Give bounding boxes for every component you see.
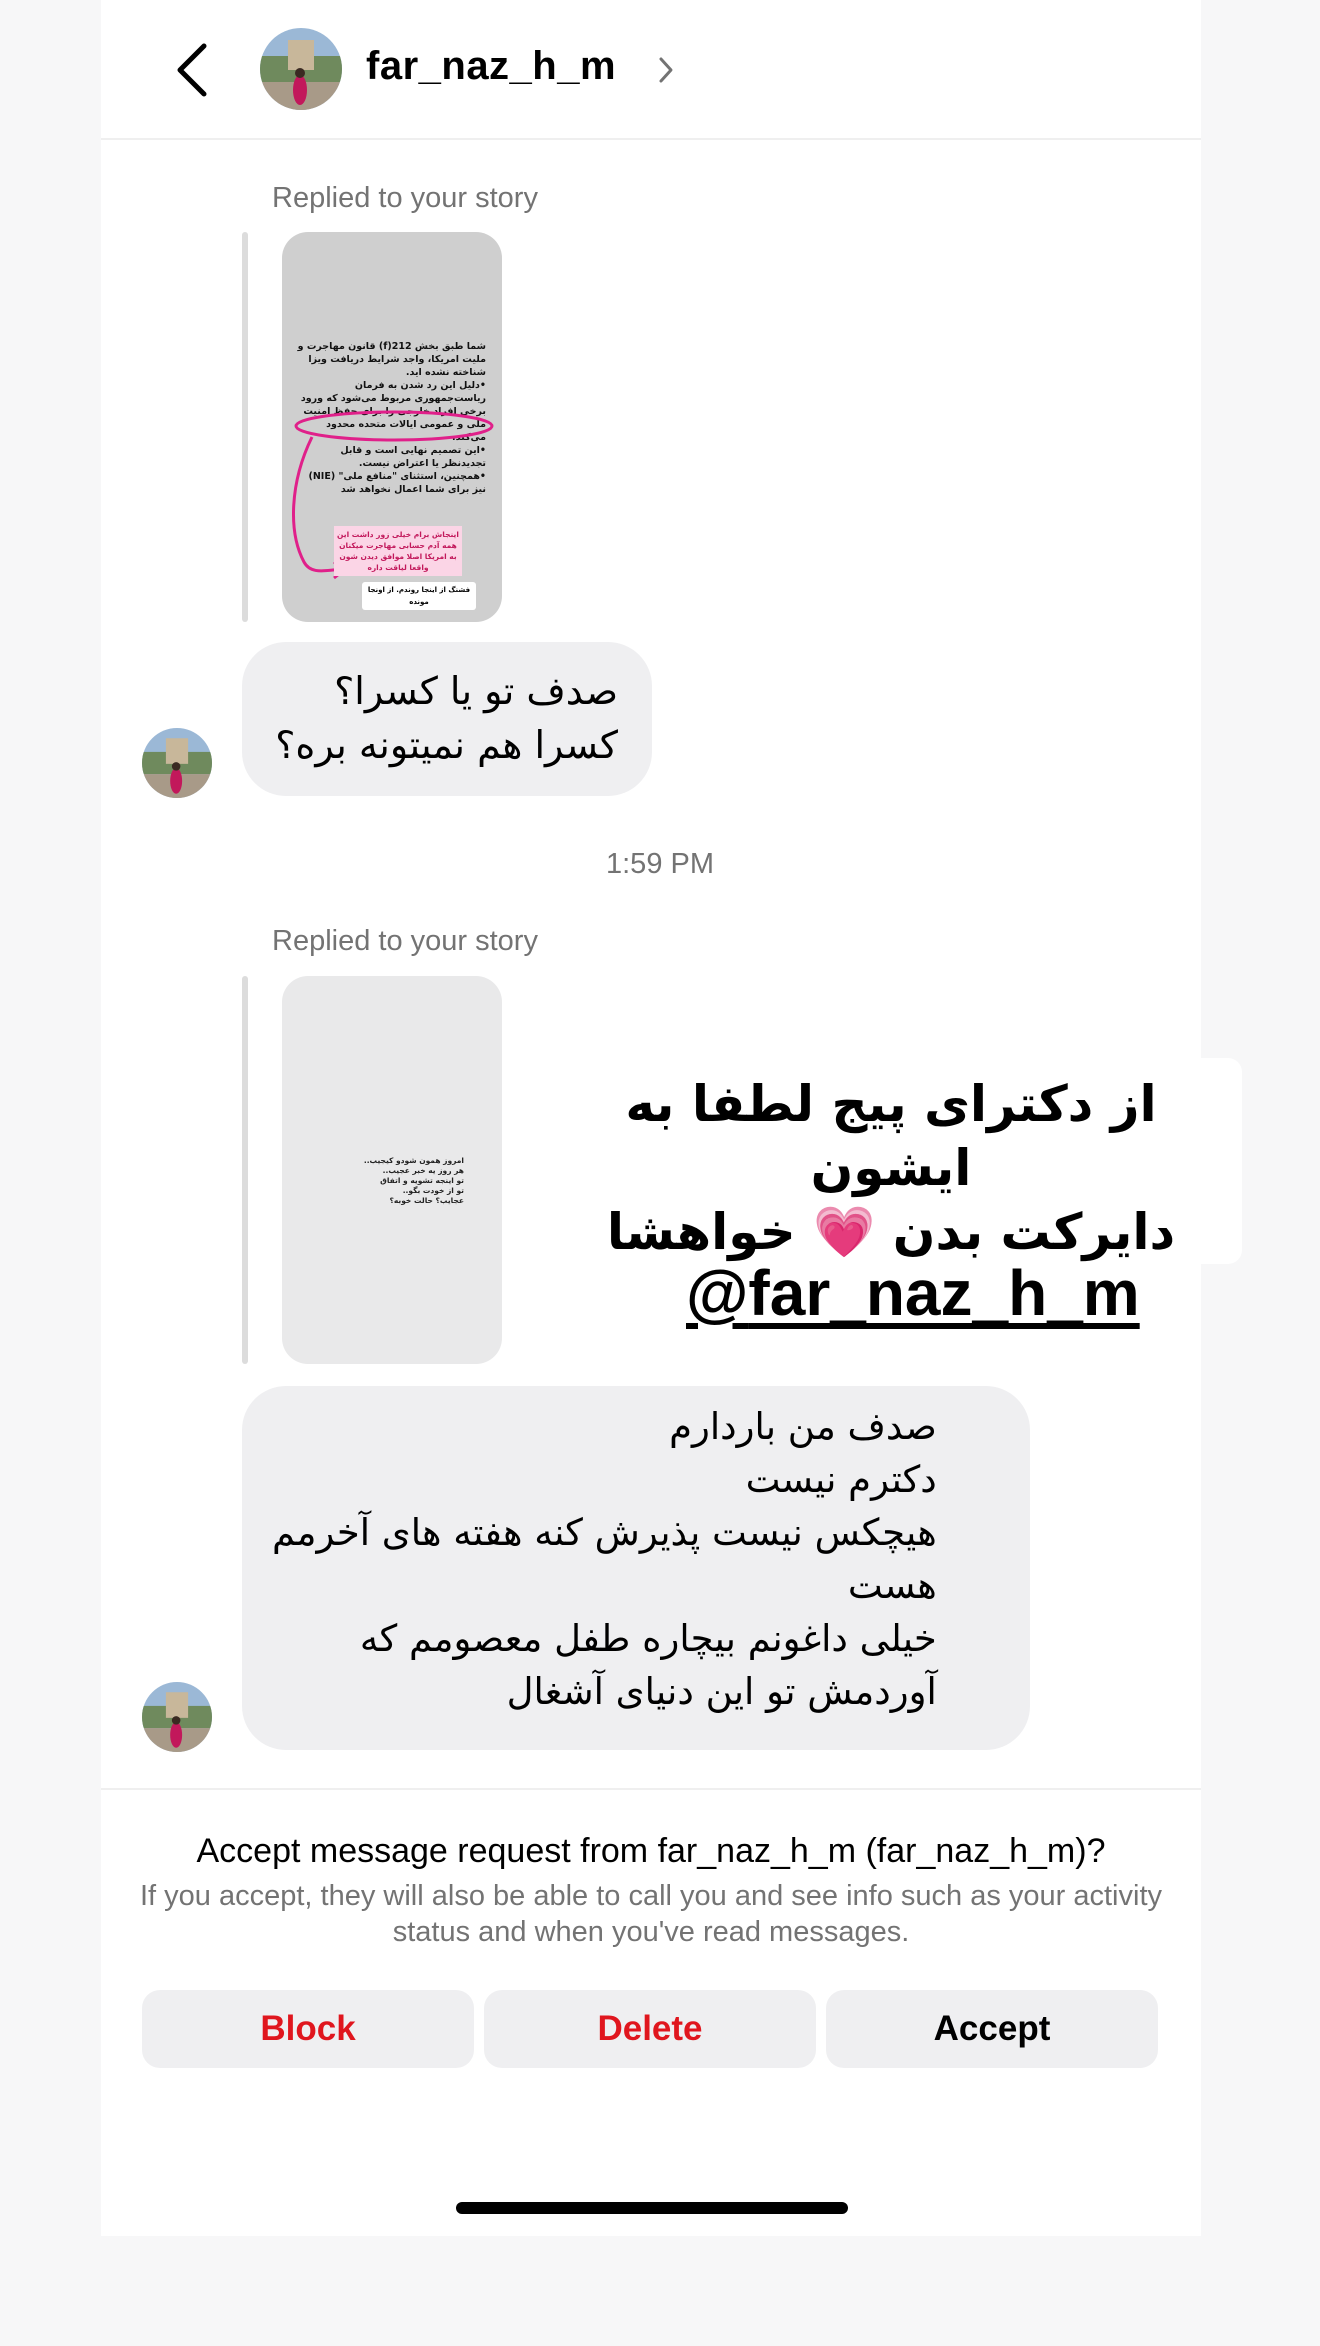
chevron-right-icon[interactable] bbox=[656, 54, 676, 86]
section-divider bbox=[101, 1788, 1201, 1790]
back-arrow-icon[interactable] bbox=[168, 40, 218, 100]
message-line: کسرا هم نمیتونه بره؟ bbox=[275, 723, 618, 767]
accept-button[interactable]: Accept bbox=[826, 1990, 1158, 2068]
overlay-text-part: دایرکت بدن bbox=[892, 1203, 1176, 1261]
at-icon: @ bbox=[686, 1257, 749, 1329]
avatar-photo bbox=[142, 728, 212, 798]
story-thumbnail[interactable]: امروز همون شودو کیجیب.. هر روز یه خبر عج… bbox=[282, 976, 502, 1364]
message-line: دکترم نیست bbox=[745, 1458, 937, 1501]
reply-quote-line bbox=[242, 976, 248, 1364]
overlay-line: از دکترای پیج لطفا به ایشون bbox=[625, 1075, 1157, 1197]
message-line: هست bbox=[847, 1564, 937, 1607]
message-line: آوردمش تو این دنیای آشغال bbox=[506, 1670, 937, 1713]
story-line: تو اینجه تشویه و اتفاق bbox=[380, 1176, 464, 1185]
request-subtitle: If you accept, they will also be able to… bbox=[140, 1880, 1162, 1948]
reply-quote-line bbox=[242, 232, 248, 622]
avatar[interactable] bbox=[142, 1682, 212, 1752]
header-username[interactable]: far_naz_h_m bbox=[366, 44, 616, 89]
home-indicator[interactable] bbox=[456, 2202, 848, 2214]
message-line: خیلی داغونم بیچاره طفل معصومم که bbox=[359, 1617, 937, 1660]
overlay-text-part: خواهشا bbox=[606, 1203, 796, 1261]
overlay-caption: از دکترای پیج لطفا به ایشون دایرکت بدن 💗… bbox=[548, 1072, 1234, 1264]
message-line: صدف تو یا کسرا؟ bbox=[334, 669, 618, 713]
story-pink-caption: اینجاش برام خیلی زور داشت این همه آدم حس… bbox=[334, 526, 462, 576]
avatar-photo bbox=[260, 28, 342, 110]
story-thumbnail[interactable]: شما طبق بخش 212(f) قانون مهاجرت و ملیت ا… bbox=[282, 232, 502, 622]
avatar-photo bbox=[142, 1682, 212, 1752]
overlay-line: دایرکت بدن 💗 خواهشا bbox=[548, 1200, 1234, 1264]
mention-handle[interactable]: @far_naz_h_m bbox=[686, 1256, 1140, 1330]
story-line: امروز همون شودو کیجیب.. bbox=[363, 1156, 464, 1165]
avatar[interactable] bbox=[260, 28, 342, 110]
mention-username: far_naz_h_m bbox=[748, 1257, 1140, 1329]
message-text: صدف من باردارم دکترم نیست هیچکس نیست پذی… bbox=[272, 1400, 937, 1718]
replied-to-story-label: Replied to your story bbox=[272, 182, 538, 214]
replied-to-story-label: Replied to your story bbox=[272, 925, 538, 957]
story-line: هر روز یه خبر عجیب.. bbox=[382, 1166, 464, 1175]
message-line: صدف من باردارم bbox=[669, 1405, 937, 1448]
story-white-caption: فشنگ از اینجا روندم. از اونجا مونده bbox=[362, 582, 476, 610]
message-bubble[interactable]: صدف من باردارم دکترم نیست هیچکس نیست پذی… bbox=[242, 1386, 1030, 1750]
story-line: تو از خودت بگو.. bbox=[402, 1186, 464, 1195]
avatar[interactable] bbox=[142, 728, 212, 798]
story-line: عجایب؟ حالت خوبه؟ bbox=[389, 1196, 464, 1205]
delete-button[interactable]: Delete bbox=[484, 1990, 816, 2068]
heart-icon: 💗 bbox=[813, 1203, 876, 1261]
message-bubble[interactable]: صدف تو یا کسرا؟ کسرا هم نمیتونه بره؟ bbox=[242, 642, 652, 796]
story-text: امروز همون شودو کیجیب.. هر روز یه خبر عج… bbox=[352, 1156, 464, 1206]
timestamp: 1:59 PM bbox=[606, 848, 714, 880]
block-button[interactable]: Block bbox=[142, 1990, 474, 2068]
request-title: Accept message request from far_naz_h_m … bbox=[196, 1832, 1106, 1870]
message-line: هیچکس نیست پذیرش کنه هفته های آخرمم bbox=[272, 1511, 937, 1554]
header-divider bbox=[101, 138, 1201, 140]
